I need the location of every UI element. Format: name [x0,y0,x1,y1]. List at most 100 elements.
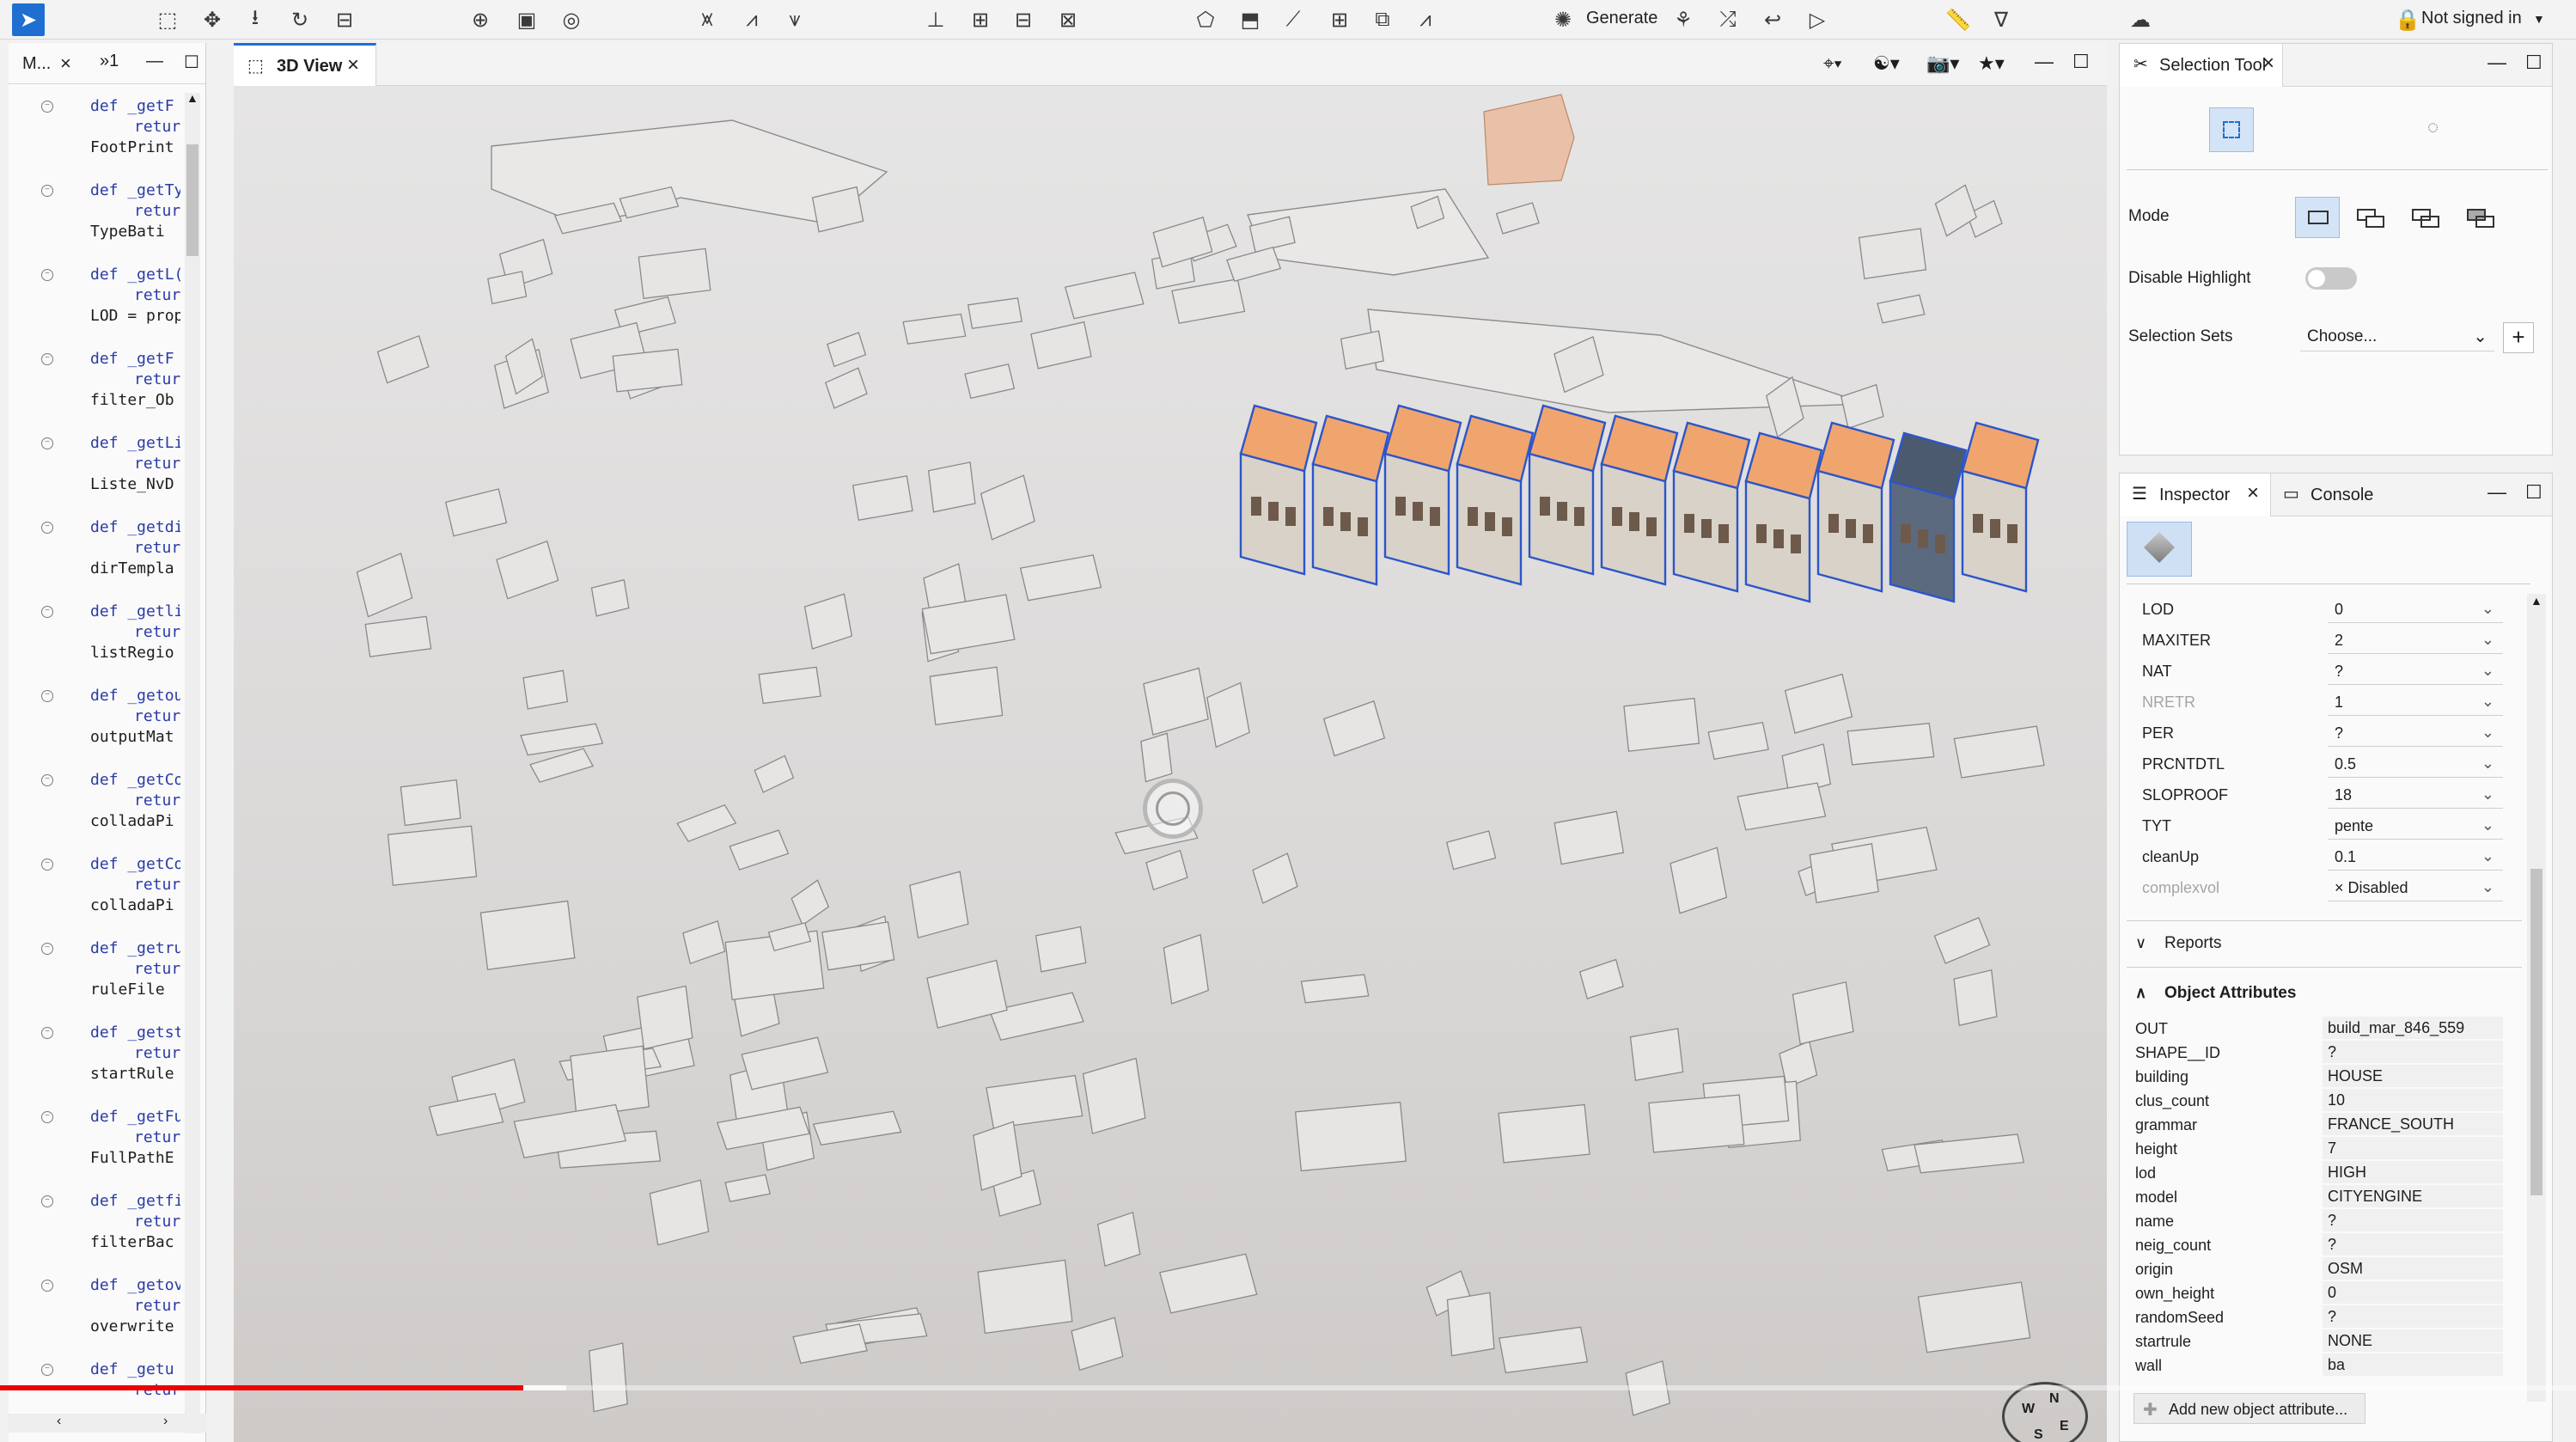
lot-outline[interactable] [929,666,1004,726]
lot-outline[interactable] [638,247,711,300]
lot-outline[interactable] [428,1092,504,1136]
grid-shape-icon[interactable]: ⊞ [1323,3,1356,36]
lot-outline[interactable] [1495,202,1540,235]
lot-outline[interactable] [758,666,821,705]
window[interactable] [1791,535,1801,553]
object-attributes-section-label[interactable]: Object Attributes [2164,984,2296,1003]
window[interactable] [1629,512,1639,531]
code-function-block[interactable]: def _getlireturn listRegio [9,602,180,663]
generate-button[interactable]: Generate [1586,9,1657,28]
navigation-icon[interactable]: ⌖▾ [1823,52,1842,75]
window[interactable] [1973,514,1983,533]
attribute-value-field[interactable]: HOUSE [2323,1065,2503,1087]
window[interactable] [1340,512,1351,531]
move-icon[interactable]: ✥ [196,3,229,36]
code-function-block[interactable]: def _getL(return LOD = prop [9,265,180,327]
lot-outline[interactable] [852,475,913,522]
minimize-icon[interactable]: — [2035,51,2054,73]
lot-outline[interactable] [1629,1028,1684,1081]
lot-outline[interactable] [1206,681,1250,748]
lot-outline[interactable] [1446,1292,1495,1357]
lot-outline[interactable] [479,900,576,971]
reports-section-label[interactable]: Reports [2164,934,2222,953]
lot-outline[interactable] [520,723,604,756]
orbit-icon[interactable]: ⊕ [464,3,497,36]
window[interactable] [1358,517,1368,536]
code-function-block[interactable]: def _getstreturn startRule [9,1023,180,1085]
code-function-block[interactable]: def _getLireturn Liste_NvD [9,433,180,495]
lot-outline[interactable] [1914,1133,2025,1174]
lot-outline[interactable] [387,825,478,886]
lot-outline[interactable] [909,871,969,939]
attribute-value-field[interactable]: ba [2323,1353,2503,1376]
lot-outline[interactable] [826,332,867,368]
video-progress-bar[interactable] [0,1385,2576,1390]
window[interactable] [1846,519,1856,538]
mode-toggle-button[interactable] [2463,207,2498,229]
lasso-select-icon[interactable]: ◌ [2427,116,2439,138]
lot-outline[interactable] [444,488,508,537]
parameter-value-dropdown[interactable]: ? ⌄ [2328,721,2503,747]
attribute-value-field[interactable]: NONE [2323,1329,2503,1352]
close-icon[interactable]: × [2247,481,2259,505]
lot-outline[interactable] [496,540,559,600]
attribute-value-field[interactable]: build_mar_846_559 [2323,1017,2503,1039]
tab-inspector[interactable]: ☰ Inspector × [2120,474,2271,516]
attribute-value-field[interactable]: CITYENGINE [2323,1185,2503,1207]
chevron-up-icon[interactable]: ∧ [2135,984,2146,1002]
street-terrain-icon[interactable]: ⊠ [1052,3,1084,36]
lot-outline[interactable] [729,829,790,871]
compass-icon[interactable]: W N E S [2002,1382,2088,1442]
lot-outline[interactable] [1163,933,1210,1005]
scrollbar-thumb[interactable] [2530,869,2542,1195]
lot-outline[interactable] [1784,673,1853,734]
window[interactable] [1756,524,1767,543]
shuffle-icon[interactable]: ⤮ [1712,3,1744,36]
vertical-scrollbar[interactable]: ▲ [185,91,200,1433]
window[interactable] [1684,514,1694,533]
minimize-icon[interactable]: — [2487,481,2506,504]
window[interactable] [1557,502,1567,521]
lot-outline[interactable] [927,461,976,513]
generate-icon[interactable]: ✺ [1547,3,1579,36]
edit-shape-icon[interactable]: ⟋ [1277,3,1309,36]
parameter-value-dropdown[interactable]: 1 ⌄ [2328,690,2503,716]
mode-add-button[interactable] [2353,207,2388,229]
tab-console[interactable]: ▭ Console [2273,474,2384,516]
lot-outline[interactable] [977,1259,1073,1335]
window[interactable] [1413,502,1423,521]
extrude-icon[interactable]: ⬒ [1234,3,1267,36]
lot-outline[interactable] [803,593,853,650]
lot-outline[interactable] [986,1074,1084,1129]
code-function-block[interactable]: def _getrureturn ruleFile [9,938,180,1000]
angle-measure-icon[interactable]: ∇ [1985,3,2017,36]
disable-highlight-toggle[interactable] [2305,267,2357,290]
lot-outline[interactable] [1554,810,1625,865]
tab-3d-view[interactable]: ⬚ 3D View × [234,43,376,86]
sign-in-status[interactable]: Not signed in [2421,9,2522,28]
code-function-block[interactable]: def _getFreturn filter_Ob [9,349,180,411]
window[interactable] [1540,497,1550,516]
lot-outline[interactable] [1953,725,2045,779]
lot-outline[interactable] [1809,843,1879,904]
parameter-value-dropdown[interactable]: 0.5 ⌄ [2328,752,2503,778]
frame-icon[interactable]: ⬚ [151,3,184,36]
parameter-value-dropdown[interactable]: 2 ⌄ [2328,628,2503,654]
parameter-value-dropdown[interactable]: pente ⌄ [2328,814,2503,840]
lot-outline[interactable] [791,879,830,926]
window[interactable] [1323,507,1334,526]
lot-outline[interactable] [356,553,413,618]
shape-thumbnail-button[interactable] [2127,522,2192,577]
scroll-up-icon[interactable]: ▲ [2530,594,2542,608]
lot-outline[interactable] [676,803,737,843]
parameter-value-dropdown[interactable]: 0 ⌄ [2328,597,2503,623]
sun-light-icon[interactable]: ☁ [2124,3,2157,36]
code-function-block[interactable]: def _getTyreturn TypeBati [9,180,180,242]
close-icon[interactable]: × [2262,52,2274,76]
attribute-value-field[interactable]: 7 [2323,1137,2503,1159]
street-grow-icon[interactable]: ⊞ [964,3,997,36]
code-function-block[interactable]: def _getdireturn dirTempla [9,517,180,579]
lot-outline[interactable] [364,615,432,657]
attribute-value-field[interactable]: ? [2323,1209,2503,1231]
window[interactable] [1395,497,1406,516]
